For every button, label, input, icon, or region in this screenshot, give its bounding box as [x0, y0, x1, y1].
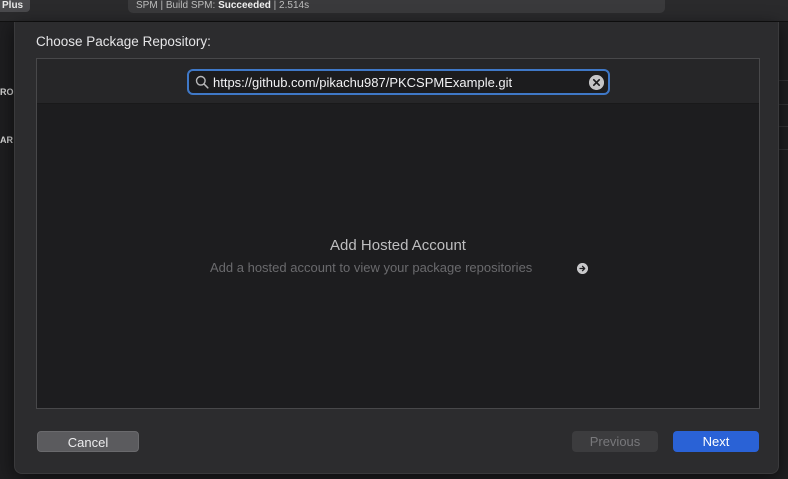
run-destination-label: Plus	[2, 0, 24, 11]
navigator-label-2: AR	[0, 135, 13, 145]
cancel-button[interactable]: Cancel	[37, 431, 139, 452]
sheet-title: Choose Package Repository:	[36, 34, 211, 49]
empty-state-subtitle: Add a hosted account to view your packag…	[210, 260, 533, 275]
search-icon	[195, 75, 209, 89]
next-button[interactable]: Next	[673, 431, 759, 452]
status-separator: |	[270, 0, 280, 11]
choose-package-sheet: Choose Package Repository: Add Hosted Ac…	[14, 22, 779, 474]
navigator-label-1: RO	[0, 87, 14, 97]
repository-url-input[interactable]	[213, 74, 583, 91]
repository-search-field[interactable]	[187, 69, 610, 95]
previous-button[interactable]: Previous	[572, 431, 658, 452]
clear-search-icon[interactable]	[589, 75, 604, 90]
repository-list-panel: Add Hosted Account Add a hosted account …	[36, 58, 760, 409]
run-destination[interactable]: Plus	[0, 0, 30, 12]
window-toolbar: Plus SPM | Build SPM: Succeeded | 2.514s	[0, 0, 788, 22]
search-bar	[37, 59, 759, 104]
status-result: Succeeded	[218, 0, 271, 11]
empty-state-title: Add Hosted Account	[330, 237, 466, 254]
status-duration: 2.514s	[279, 0, 310, 11]
activity-status: SPM | Build SPM: Succeeded | 2.514s	[128, 0, 665, 13]
status-prefix: SPM | Build SPM:	[136, 0, 219, 11]
add-account-arrow-icon[interactable]	[577, 263, 588, 274]
